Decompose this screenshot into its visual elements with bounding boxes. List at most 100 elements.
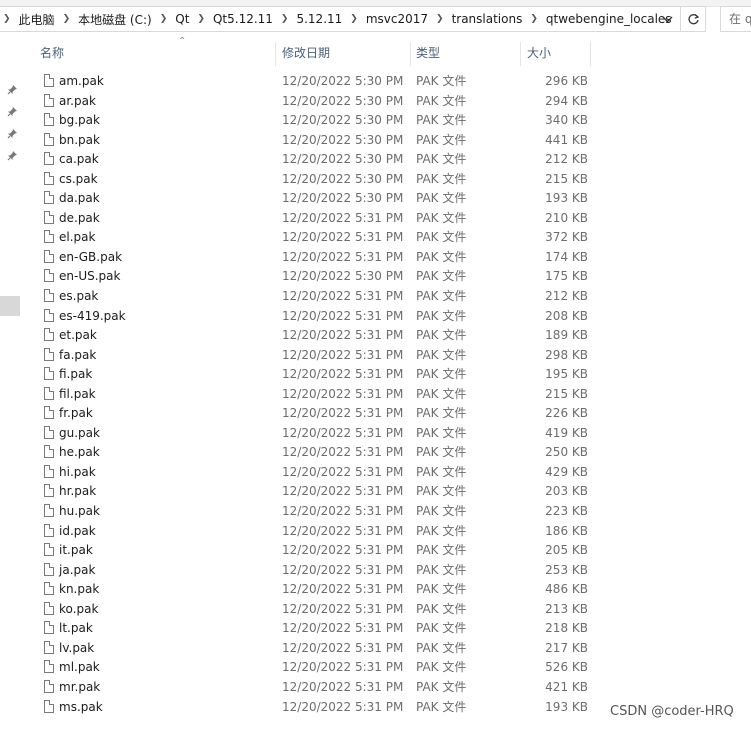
file-row[interactable]: da.pak 12/20/2022 5:30 PM PAK 文件 193 KB: [40, 189, 600, 209]
file-icon: [44, 523, 54, 537]
refresh-button[interactable]: [680, 6, 706, 32]
file-row[interactable]: id.pak 12/20/2022 5:31 PM PAK 文件 186 KB: [40, 522, 600, 542]
file-row[interactable]: fil.pak 12/20/2022 5:31 PM PAK 文件 215 KB: [40, 385, 600, 405]
column-divider[interactable]: [520, 42, 521, 66]
pin-icon[interactable]: [7, 128, 18, 142]
file-name: es.pak: [59, 289, 99, 304]
file-name: da.pak: [59, 191, 100, 206]
breadcrumb-item[interactable]: 本地磁盘 (C:): [73, 11, 157, 28]
chevron-right-icon[interactable]: ❯: [157, 14, 171, 24]
file-row[interactable]: ca.pak 12/20/2022 5:30 PM PAK 文件 212 KB: [40, 150, 600, 170]
file-row[interactable]: hu.pak 12/20/2022 5:31 PM PAK 文件 223 KB: [40, 502, 600, 522]
file-row[interactable]: fi.pak 12/20/2022 5:31 PM PAK 文件 195 KB: [40, 365, 600, 385]
file-modified-date: 12/20/2022 5:31 PM: [282, 660, 404, 675]
file-name: hr.pak: [59, 484, 97, 499]
file-row[interactable]: lt.pak 12/20/2022 5:31 PM PAK 文件 218 KB: [40, 619, 600, 639]
file-name: he.pak: [59, 445, 100, 460]
file-type: PAK 文件: [416, 640, 467, 655]
breadcrumb-item[interactable]: msvc2017: [361, 12, 433, 26]
address-bar[interactable]: ❯ 此电脑 ❯ 本地磁盘 (C:) ❯ Qt ❯ Qt5.12.11 ❯ 5.12.11 ❯ msvc…: [0, 6, 706, 32]
file-row[interactable]: it.pak 12/20/2022 5:31 PM PAK 文件 205 KB: [40, 541, 600, 561]
file-icon: [44, 484, 54, 498]
file-row[interactable]: es-419.pak 12/20/2022 5:31 PM PAK 文件 208 KB: [40, 307, 600, 327]
file-icon: [44, 464, 54, 478]
file-name: cs.pak: [59, 171, 98, 186]
column-header-size[interactable]: 大小: [527, 40, 551, 66]
file-row[interactable]: he.pak 12/20/2022 5:31 PM PAK 文件 250 KB: [40, 443, 600, 463]
file-row[interactable]: fa.pak 12/20/2022 5:31 PM PAK 文件 298 KB: [40, 346, 600, 366]
search-input[interactable]: 在 qtwebengine_locales 中搜索: [720, 6, 751, 32]
address-history-dropdown[interactable]: [658, 7, 676, 31]
chevron-right-icon[interactable]: ❯: [194, 14, 208, 24]
file-icon: [44, 152, 54, 166]
file-row[interactable]: lv.pak 12/20/2022 5:31 PM PAK 文件 217 KB: [40, 639, 600, 659]
file-row[interactable]: ar.pak 12/20/2022 5:30 PM PAK 文件 294 KB: [40, 92, 600, 112]
file-modified-date: 12/20/2022 5:31 PM: [282, 328, 404, 343]
chevron-right-icon[interactable]: ❯: [60, 14, 74, 24]
file-row[interactable]: am.pak 12/20/2022 5:30 PM PAK 文件 296 KB: [40, 72, 600, 92]
file-icon: [44, 210, 54, 224]
file-row[interactable]: fr.pak 12/20/2022 5:31 PM PAK 文件 226 KB: [40, 404, 600, 424]
column-header-name[interactable]: 名称: [40, 40, 64, 66]
file-size: 175 KB: [545, 269, 588, 284]
column-header-type[interactable]: 类型: [416, 40, 440, 66]
file-modified-date: 12/20/2022 5:31 PM: [282, 523, 404, 538]
file-icon: [44, 562, 54, 576]
file-row[interactable]: hi.pak 12/20/2022 5:31 PM PAK 文件 429 KB: [40, 463, 600, 483]
file-type: PAK 文件: [416, 269, 467, 284]
file-row[interactable]: et.pak 12/20/2022 5:31 PM PAK 文件 189 KB: [40, 326, 600, 346]
pin-icon[interactable]: [7, 106, 18, 120]
file-icon: [44, 289, 54, 303]
breadcrumb-item[interactable]: translations: [447, 12, 528, 26]
chevron-right-icon[interactable]: ❯: [278, 14, 292, 24]
file-row[interactable]: en-US.pak 12/20/2022 5:30 PM PAK 文件 175 KB: [40, 267, 600, 287]
file-name: fr.pak: [59, 406, 93, 421]
file-row[interactable]: cs.pak 12/20/2022 5:30 PM PAK 文件 215 KB: [40, 170, 600, 190]
file-row[interactable]: ms.pak 12/20/2022 5:31 PM PAK 文件 193 KB: [40, 698, 600, 718]
file-row[interactable]: hr.pak 12/20/2022 5:31 PM PAK 文件 203 KB: [40, 482, 600, 502]
file-type: PAK 文件: [416, 582, 467, 597]
file-icon: [44, 660, 54, 674]
file-icon: [44, 347, 54, 361]
column-divider[interactable]: [275, 42, 276, 66]
file-row[interactable]: ja.pak 12/20/2022 5:31 PM PAK 文件 253 KB: [40, 561, 600, 581]
breadcrumb-item[interactable]: Qt5.12.11: [208, 12, 278, 26]
chevron-right-icon[interactable]: ❯: [0, 14, 14, 24]
file-row[interactable]: gu.pak 12/20/2022 5:31 PM PAK 文件 419 KB: [40, 424, 600, 444]
file-row[interactable]: de.pak 12/20/2022 5:31 PM PAK 文件 210 KB: [40, 209, 600, 229]
file-row[interactable]: ml.pak 12/20/2022 5:31 PM PAK 文件 526 KB: [40, 658, 600, 678]
file-size: 186 KB: [545, 523, 588, 538]
file-row[interactable]: es.pak 12/20/2022 5:31 PM PAK 文件 212 KB: [40, 287, 600, 307]
pin-icon[interactable]: [7, 150, 18, 164]
file-size: 218 KB: [545, 621, 588, 636]
breadcrumb-item[interactable]: 5.12.11: [291, 12, 347, 26]
column-divider[interactable]: [410, 42, 411, 66]
file-row[interactable]: bn.pak 12/20/2022 5:30 PM PAK 文件 441 KB: [40, 131, 600, 151]
breadcrumb-item[interactable]: 此电脑: [14, 11, 60, 28]
file-size: 215 KB: [545, 171, 588, 186]
breadcrumb-item[interactable]: Qt: [170, 12, 194, 26]
file-type: PAK 文件: [416, 386, 467, 401]
chevron-right-icon[interactable]: ❯: [527, 14, 541, 24]
file-name: ms.pak: [59, 699, 103, 714]
file-row[interactable]: el.pak 12/20/2022 5:31 PM PAK 文件 372 KB: [40, 228, 600, 248]
column-header-modified[interactable]: 修改日期: [282, 40, 330, 66]
file-name: hi.pak: [59, 464, 96, 479]
column-divider[interactable]: [590, 42, 591, 66]
file-modified-date: 12/20/2022 5:31 PM: [282, 464, 404, 479]
nav-selected-item[interactable]: [0, 296, 20, 316]
file-modified-date: 12/20/2022 5:31 PM: [282, 679, 404, 694]
pin-icon[interactable]: [7, 84, 18, 98]
file-modified-date: 12/20/2022 5:31 PM: [282, 386, 404, 401]
file-icon: [44, 640, 54, 654]
file-row[interactable]: ko.pak 12/20/2022 5:31 PM PAK 文件 213 KB: [40, 600, 600, 620]
breadcrumb-item[interactable]: qtwebengine_locales: [541, 12, 677, 26]
file-size: 253 KB: [545, 562, 588, 577]
file-row[interactable]: kn.pak 12/20/2022 5:31 PM PAK 文件 486 KB: [40, 580, 600, 600]
chevron-right-icon[interactable]: ❯: [433, 14, 447, 24]
file-row[interactable]: mr.pak 12/20/2022 5:31 PM PAK 文件 421 KB: [40, 678, 600, 698]
file-row[interactable]: en-GB.pak 12/20/2022 5:31 PM PAK 文件 174 KB: [40, 248, 600, 268]
file-row[interactable]: bg.pak 12/20/2022 5:30 PM PAK 文件 340 KB: [40, 111, 600, 131]
chevron-right-icon[interactable]: ❯: [347, 14, 361, 24]
file-type: PAK 文件: [416, 543, 467, 558]
